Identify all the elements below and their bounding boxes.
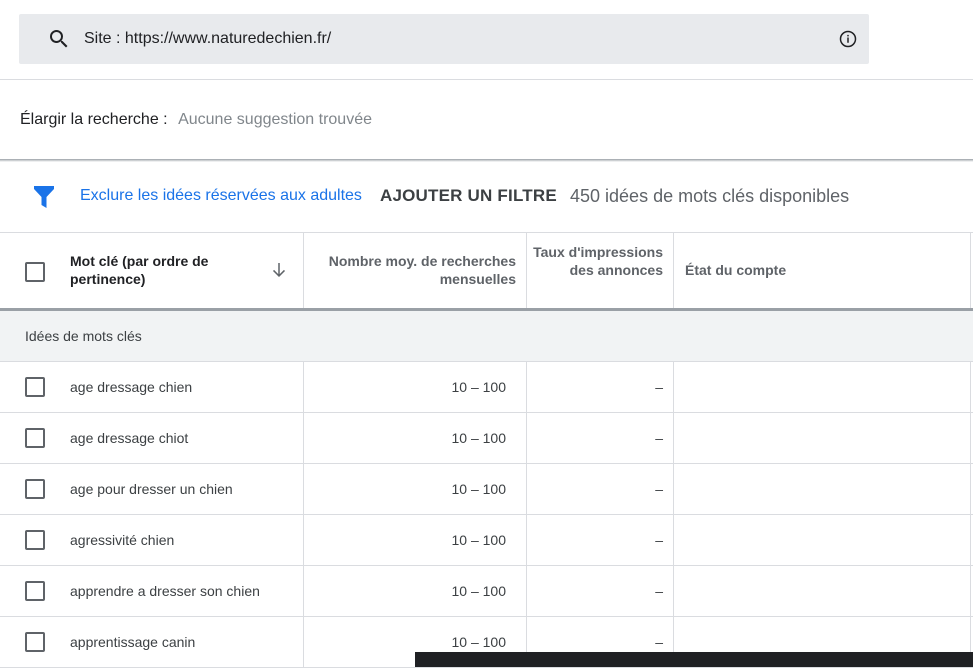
broaden-search-label: Élargir la recherche : <box>20 111 168 128</box>
impression-share-cell: – <box>655 430 663 446</box>
table-row[interactable]: agressivité chien 10 – 100 – <box>0 515 973 566</box>
keyword-cell: age dressage chiot <box>70 430 189 446</box>
searches-cell: 10 – 100 <box>451 379 507 395</box>
keyword-cell: apprendre a dresser son chien <box>70 583 260 599</box>
column-separator <box>970 464 971 514</box>
column-separator <box>303 515 304 565</box>
searches-cell: 10 – 100 <box>451 532 507 548</box>
row-checkbox[interactable] <box>25 632 45 652</box>
section-shadow-divider <box>0 159 973 162</box>
sort-arrow-down-icon[interactable] <box>271 262 287 278</box>
keyword-cell: agressivité chien <box>70 532 175 548</box>
searches-cell: 10 – 100 <box>451 583 507 599</box>
column-separator <box>673 515 674 565</box>
column-separator <box>303 233 304 308</box>
column-separator <box>526 566 527 616</box>
search-bar[interactable]: Site : https://www.naturedechien.fr/ <box>19 14 869 64</box>
exclude-adult-filter-link[interactable]: Exclure les idées réservées aux adultes <box>80 187 362 205</box>
table-row[interactable]: age dressage chien 10 – 100 – <box>0 362 973 413</box>
bottom-toolbar <box>415 652 973 667</box>
column-separator <box>970 362 971 412</box>
table-row[interactable]: apprendre a dresser son chien 10 – 100 – <box>0 566 973 617</box>
info-icon[interactable] <box>839 30 857 48</box>
search-icon[interactable] <box>47 27 71 51</box>
group-label: Idées de mots clés <box>25 328 142 344</box>
column-separator <box>303 362 304 412</box>
column-separator <box>673 233 674 308</box>
column-separator <box>970 566 971 616</box>
column-separator <box>303 464 304 514</box>
impression-share-cell: – <box>655 532 663 548</box>
search-query-text[interactable]: Site : https://www.naturedechien.fr/ <box>84 30 331 48</box>
column-separator <box>303 413 304 463</box>
row-checkbox[interactable] <box>25 530 45 550</box>
impression-share-cell: – <box>655 634 663 650</box>
impression-share-cell: – <box>655 481 663 497</box>
column-separator <box>673 464 674 514</box>
table-row[interactable]: age dressage chiot 10 – 100 – <box>0 413 973 464</box>
filter-icon[interactable] <box>34 186 54 208</box>
impression-share-cell: – <box>655 583 663 599</box>
searches-cell: 10 – 100 <box>451 481 507 497</box>
ideas-count-text: 450 idées de mots clés disponibles <box>570 186 850 206</box>
table-header: Mot clé (par ordre de pertinence) Nombre… <box>0 232 973 311</box>
column-separator <box>303 617 304 667</box>
column-separator <box>673 413 674 463</box>
column-separator <box>303 566 304 616</box>
keyword-cell: apprentissage canin <box>70 634 196 650</box>
select-all-checkbox[interactable] <box>25 262 45 282</box>
keyword-ideas-table: Mot clé (par ordre de pertinence) Nombre… <box>0 232 973 668</box>
row-checkbox[interactable] <box>25 581 45 601</box>
group-row: Idées de mots clés <box>0 311 973 362</box>
header-avg-monthly-searches[interactable]: Nombre moy. de recherches mensuelles <box>310 252 516 288</box>
column-separator <box>526 233 527 308</box>
column-separator <box>970 515 971 565</box>
column-separator <box>526 362 527 412</box>
broaden-search: Élargir la recherche : Aucune suggestion… <box>20 111 372 129</box>
row-checkbox[interactable] <box>25 479 45 499</box>
column-separator <box>673 566 674 616</box>
column-separator <box>970 413 971 463</box>
divider <box>0 79 973 80</box>
column-separator <box>970 233 971 308</box>
column-separator <box>526 515 527 565</box>
column-separator <box>526 413 527 463</box>
row-checkbox[interactable] <box>25 377 45 397</box>
header-keyword[interactable]: Mot clé (par ordre de pertinence) <box>70 252 240 288</box>
header-account-status[interactable]: État du compte <box>685 262 786 278</box>
searches-cell: 10 – 100 <box>451 430 507 446</box>
broaden-search-value: Aucune suggestion trouvée <box>178 111 372 128</box>
header-ad-impression-share[interactable]: Taux d'impressions des annonces <box>530 243 663 279</box>
row-checkbox[interactable] <box>25 428 45 448</box>
searches-cell: 10 – 100 <box>451 634 507 650</box>
keyword-cell: age pour dresser un chien <box>70 481 233 497</box>
add-filter-button[interactable]: AJOUTER UN FILTRE <box>380 186 557 206</box>
table-row[interactable]: age pour dresser un chien 10 – 100 – <box>0 464 973 515</box>
column-separator <box>526 464 527 514</box>
impression-share-cell: – <box>655 379 663 395</box>
keyword-cell: age dressage chien <box>70 379 193 395</box>
column-separator <box>673 362 674 412</box>
